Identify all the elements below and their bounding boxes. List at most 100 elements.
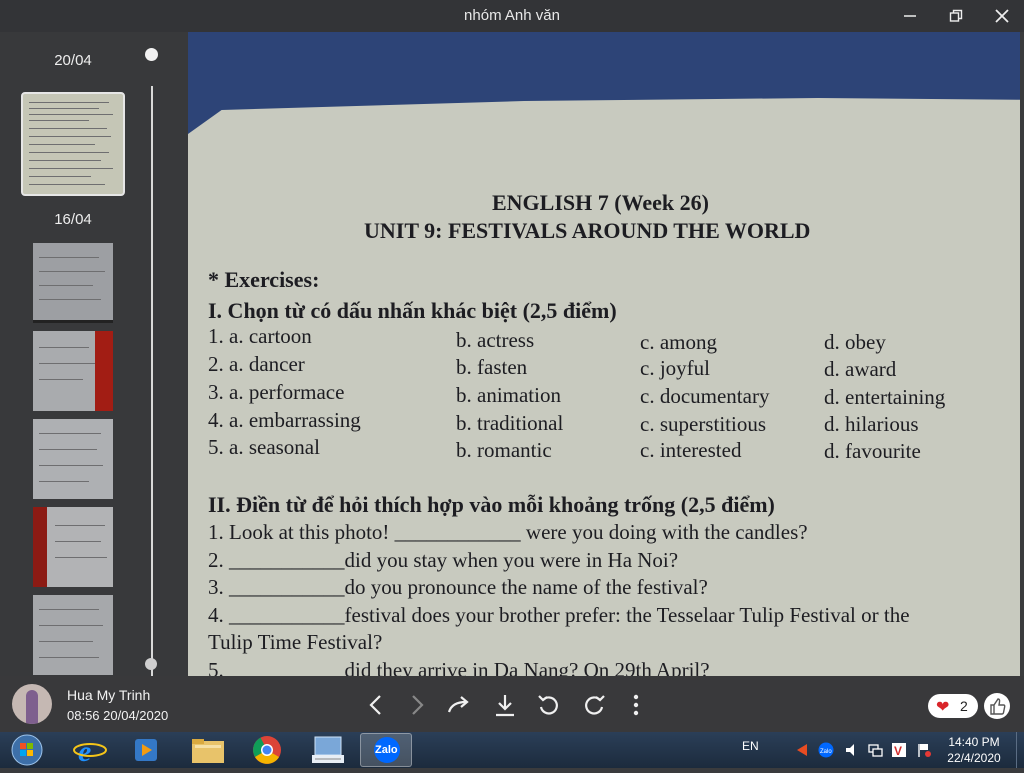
timeline-scrollbar[interactable] [151, 86, 153, 696]
restore-icon [949, 9, 963, 22]
media-player-icon [135, 739, 157, 761]
option-text: c. among [640, 330, 717, 354]
option-text: d. entertaining [824, 385, 946, 409]
show-desktop-button[interactable] [1016, 732, 1024, 768]
title-bar: nhóm Anh văn [0, 0, 1024, 32]
chevron-left-icon [369, 695, 381, 715]
close-button[interactable] [982, 2, 1022, 30]
option-text: b. animation [456, 383, 561, 407]
rotate-right-icon [585, 695, 605, 715]
option-text: 1. a. cartoon [208, 324, 312, 348]
worksheet-title: ENGLISH 7 (Week 26) [492, 190, 709, 215]
thumbnail[interactable] [33, 243, 113, 323]
internet-explorer-icon: e [73, 735, 107, 768]
taskbar-ie[interactable]: e [64, 733, 116, 768]
thumbnail-sidebar: 20/04 16/04 [0, 32, 188, 696]
date-group-label: 20/04 [54, 52, 92, 69]
reaction-count: 2 [960, 698, 968, 714]
exercises-label: * Exercises: [208, 267, 320, 292]
rotate-left-icon [538, 695, 558, 715]
window-title: nhóm Anh văn [464, 7, 560, 24]
tray-zalo-icon[interactable]: Zalo [818, 742, 834, 758]
taskbar-file-explorer[interactable] [182, 733, 234, 767]
option-text: d. obey [824, 330, 886, 354]
option-text: 2. a. dancer [208, 352, 305, 376]
question-line: 3. ___________do you pronounce the name … [208, 575, 708, 599]
close-icon [995, 9, 1009, 23]
viewer-toolbar: Hua My Trinh 08:56 20/04/2020 ❤ 2 [0, 676, 1024, 732]
next-button[interactable] [404, 692, 430, 718]
folder-icon [192, 739, 224, 763]
clock-date: 22/4/2020 [947, 751, 1001, 765]
thumbnail[interactable] [33, 507, 113, 587]
section-2-heading: II. Điền từ để hỏi thích hợp vào mỗi kho… [208, 492, 775, 517]
thumbs-up-icon [990, 698, 1006, 715]
network-icon[interactable] [867, 742, 883, 758]
thumbnail[interactable] [33, 595, 113, 675]
heart-icon: ❤ [936, 699, 950, 716]
download-icon [496, 695, 514, 717]
start-button[interactable] [8, 732, 46, 768]
taskbar-keyboard-app[interactable] [302, 733, 354, 767]
more-options-button[interactable] [623, 692, 649, 718]
thumbnail-selected[interactable] [21, 92, 125, 196]
language-indicator[interactable]: EN [742, 739, 759, 753]
svg-text:Zalo: Zalo [820, 749, 832, 755]
chevron-right-icon [412, 695, 424, 715]
reaction-badge[interactable]: ❤ 2 [928, 694, 978, 718]
minimize-button[interactable] [890, 2, 930, 30]
option-text: b. traditional [456, 411, 564, 435]
restore-button[interactable] [936, 2, 976, 30]
antivirus-icon[interactable]: V [891, 742, 907, 758]
more-vertical-icon [633, 694, 639, 716]
sent-timestamp: 08:56 20/04/2020 [67, 708, 169, 723]
rotate-right-button[interactable] [581, 692, 607, 718]
system-clock[interactable]: 14:40 PM 22/4/2020 [944, 734, 1004, 766]
taskbar-media-player[interactable] [120, 733, 172, 767]
option-text: c. joyful [640, 356, 710, 380]
avatar[interactable] [12, 684, 52, 724]
like-button[interactable] [984, 693, 1010, 719]
taskbar-chrome[interactable] [241, 733, 293, 767]
question-line: Tulip Time Festival? [208, 630, 383, 654]
worksheet-unit: UNIT 9: FESTIVALS AROUND THE WORLD [364, 218, 811, 243]
option-text: c. documentary [640, 384, 770, 408]
option-text: d. favourite [824, 439, 921, 463]
tray-alert-icon[interactable] [794, 742, 810, 758]
minimize-icon [904, 15, 916, 17]
download-button[interactable] [492, 692, 518, 718]
chrome-icon [253, 736, 281, 764]
rotate-left-button[interactable] [536, 692, 562, 718]
taskbar-zalo[interactable]: Zalo [360, 733, 412, 767]
clock-time: 14:40 PM [948, 735, 1000, 749]
photo-viewer: ENGLISH 7 (Week 26) UNIT 9: FESTIVALS AR… [188, 32, 1020, 676]
section-1-heading: I. Chọn từ có dấu nhấn khác biệt (2,5 đi… [208, 298, 617, 323]
option-text: 5. a. seasonal [208, 435, 320, 459]
windows-logo-icon [11, 734, 43, 766]
option-text: 4. a. embarrassing [208, 408, 361, 432]
question-line: 5. ___________did they arrive in Da Nang… [208, 658, 710, 676]
option-text: b. romantic [456, 438, 552, 462]
timeline-bottom-handle[interactable] [145, 658, 157, 670]
zalo-label: Zalo [375, 744, 398, 756]
option-text: c. interested [640, 438, 742, 462]
svg-text:e: e [78, 735, 91, 767]
question-line: 1. Look at this photo! ____________ were… [208, 520, 808, 544]
timeline-top-handle[interactable] [145, 48, 158, 61]
date-group-label: 16/04 [54, 211, 92, 228]
option-text: 3. a. performace [208, 380, 345, 404]
option-text: c. superstitious [640, 412, 766, 436]
option-text: d. award [824, 357, 897, 381]
option-text: b. actress [456, 328, 535, 352]
keyboard-icon [312, 736, 344, 763]
forward-arrow-icon [447, 696, 469, 713]
thumbnail[interactable] [33, 419, 113, 499]
share-button[interactable] [446, 692, 472, 718]
thumbnail[interactable] [33, 331, 113, 411]
previous-button[interactable] [363, 692, 389, 718]
question-line: 2. ___________did you stay when you were… [208, 548, 679, 572]
worksheet-content: ENGLISH 7 (Week 26) UNIT 9: FESTIVALS AR… [188, 32, 1020, 676]
volume-icon[interactable] [844, 742, 860, 758]
flag-icon[interactable] [916, 742, 932, 758]
option-text: b. fasten [456, 355, 528, 379]
